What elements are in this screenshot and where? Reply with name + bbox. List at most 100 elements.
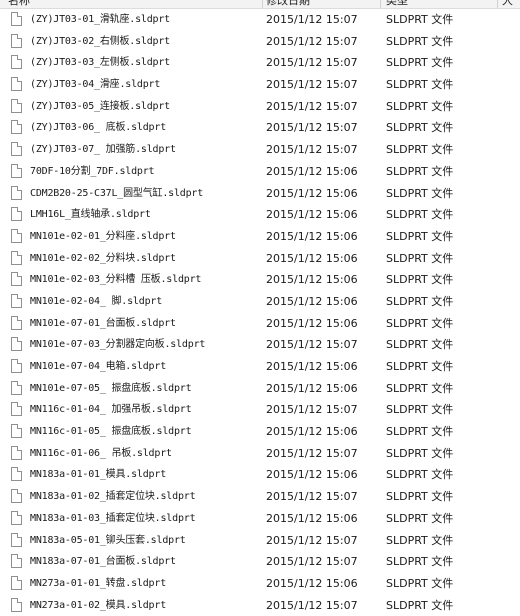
column-divider[interactable]	[262, 0, 263, 8]
file-name: MN116c-01-04_ 加强吊板.sldprt	[30, 404, 192, 416]
file-modified-date: 2015/1/12 15:06	[266, 425, 358, 439]
file-modified-date: 2015/1/12 15:06	[266, 208, 358, 222]
file-row[interactable]: MN101e-02-03_分料槽 压板.sldprt 2015/1/12 15:0…	[0, 269, 520, 291]
file-type: SLDPRT 文件	[386, 403, 454, 417]
file-icon	[11, 402, 22, 417]
file-modified-date: 2015/1/12 15:06	[266, 186, 358, 200]
file-type: SLDPRT 文件	[386, 229, 454, 243]
file-modified-date: 2015/1/12 15:07	[266, 338, 358, 352]
file-modified-date: 2015/1/12 15:06	[266, 381, 358, 395]
column-divider[interactable]	[380, 0, 381, 8]
file-row[interactable]: MN101e-02-01_分料座.sldprt 2015/1/12 15:06 SL…	[0, 226, 520, 248]
file-row[interactable]: MN183a-01-03_插套定位块.sldprt 2015/1/12 15:06…	[0, 508, 520, 530]
file-name: MN116c-01-06_ 吊板.sldprt	[30, 447, 172, 459]
file-type: SLDPRT 文件	[386, 294, 454, 308]
file-name: MN101e-02-01_分料座.sldprt	[30, 230, 176, 242]
file-row[interactable]: MN183a-05-01_铆头压套.sldprt 2015/1/12 15:07 S…	[0, 530, 520, 552]
file-name: 70DF-10分割_7DF.sldprt	[30, 165, 155, 177]
file-type: SLDPRT 文件	[386, 316, 454, 330]
column-header-date[interactable]: 修改日期	[266, 0, 376, 8]
file-row[interactable]: (ZY)JT03-03_左侧板.sldprt 2015/1/12 15:07 SLD…	[0, 52, 520, 74]
file-row[interactable]: MN101e-07-04_电箱.sldprt 2015/1/12 15:06 SLD…	[0, 356, 520, 378]
file-row[interactable]: LMH16L_直线轴承.sldprt 2015/1/12 15:06 SLDPRT …	[0, 204, 520, 226]
file-row[interactable]: MN116c-01-04_ 加强吊板.sldprt 2015/1/12 15:07…	[0, 399, 520, 421]
file-modified-date: 2015/1/12 15:07	[266, 598, 358, 612]
file-name: MN101e-07-05_ 振盘底板.sldprt	[30, 382, 192, 394]
file-name: (ZY)JT03-03_左侧板.sldprt	[30, 57, 170, 69]
file-type: SLDPRT 文件	[386, 186, 454, 200]
file-icon	[11, 98, 22, 113]
file-type: SLDPRT 文件	[386, 425, 454, 439]
file-icon	[11, 12, 22, 26]
file-type: SLDPRT 文件	[386, 555, 454, 569]
file-icon	[11, 489, 22, 504]
file-row[interactable]: (ZY)JT03-01_滑轨座.sldprt 2015/1/12 15:07 SLD…	[0, 9, 520, 31]
file-modified-date: 2015/1/12 15:06	[266, 576, 358, 590]
file-icon	[11, 33, 22, 48]
file-name: MN101e-02-03_分料槽 压板.sldprt	[30, 274, 202, 286]
file-icon	[11, 293, 22, 308]
file-modified-date: 2015/1/12 15:07	[266, 403, 358, 417]
file-list: (ZY)JT03-01_滑轨座.sldprt 2015/1/12 15:07 SLD…	[0, 9, 520, 616]
file-icon	[11, 250, 22, 265]
file-icon	[11, 554, 22, 569]
file-row[interactable]: MN183a-07-01_台面板.sldprt 2015/1/12 15:07 SL…	[0, 551, 520, 573]
file-row[interactable]: (ZY)JT03-07_ 加强筋.sldprt 2015/1/12 15:07 SL…	[0, 139, 520, 161]
file-icon	[11, 185, 22, 200]
file-name: MN116c-01-05_ 振盘底板.sldprt	[30, 426, 192, 438]
file-icon	[11, 597, 22, 612]
file-modified-date: 2015/1/12 15:06	[266, 360, 358, 373]
file-modified-date: 2015/1/12 15:06	[266, 294, 358, 308]
file-modified-date: 2015/1/12 15:07	[266, 34, 358, 48]
file-row[interactable]: MN183a-01-02_插套定位块.sldprt 2015/1/12 15:07…	[0, 486, 520, 508]
file-type: SLDPRT 文件	[386, 446, 454, 460]
column-header-type[interactable]: 类型	[386, 0, 476, 8]
file-type: SLDPRT 文件	[386, 381, 454, 395]
file-name: MN101e-02-02_分料块.sldprt	[30, 252, 176, 264]
file-modified-date: 2015/1/12 15:07	[266, 446, 358, 460]
file-icon	[11, 272, 22, 287]
file-modified-date: 2015/1/12 15:07	[266, 56, 358, 70]
file-row[interactable]: MN273a-01-02_模具.sldprt 2015/1/12 15:07 SLD…	[0, 595, 520, 616]
column-header-name[interactable]: 名称	[8, 0, 208, 8]
file-row[interactable]: MN101e-02-02_分料块.sldprt 2015/1/12 15:06 SL…	[0, 248, 520, 270]
file-row[interactable]: MN101e-07-05_ 振盘底板.sldprt 2015/1/12 15:06…	[0, 378, 520, 400]
file-name: MN183a-01-01_模具.sldprt	[30, 469, 167, 481]
file-name: (ZY)JT03-05_连接板.sldprt	[30, 100, 170, 112]
file-type: SLDPRT 文件	[386, 273, 454, 287]
file-row[interactable]: (ZY)JT03-06_ 底板.sldprt 2015/1/12 15:07 SLD…	[0, 117, 520, 139]
file-modified-date: 2015/1/12 15:07	[266, 490, 358, 504]
file-row[interactable]: MN273a-01-01_转盘.sldprt 2015/1/12 15:06 SLD…	[0, 573, 520, 595]
file-row[interactable]: MN183a-01-01_模具.sldprt 2015/1/12 15:06 SLD…	[0, 464, 520, 486]
file-name: MN101e-07-03_分割器定向板.sldprt	[30, 339, 206, 351]
file-icon	[11, 467, 22, 482]
file-icon	[11, 424, 22, 439]
file-name: (ZY)JT03-06_ 底板.sldprt	[30, 122, 167, 134]
file-modified-date: 2015/1/12 15:07	[266, 533, 358, 547]
file-type: SLDPRT 文件	[386, 490, 454, 504]
file-type: SLDPRT 文件	[386, 164, 454, 178]
file-row[interactable]: (ZY)JT03-04_滑座.sldprt 2015/1/12 15:07 SLDP…	[0, 74, 520, 96]
file-type: SLDPRT 文件	[386, 13, 454, 26]
column-divider[interactable]	[497, 0, 498, 8]
file-name: CDM2B20-25-C37L_圆型气缸.sldprt	[30, 187, 204, 199]
file-row[interactable]: 70DF-10分割_7DF.sldprt 2015/1/12 15:06 SLDPR…	[0, 161, 520, 183]
file-modified-date: 2015/1/12 15:06	[266, 229, 358, 243]
column-header-size[interactable]: 大	[502, 0, 520, 8]
file-row[interactable]: CDM2B20-25-C37L_圆型气缸.sldprt 2015/1/12 15:…	[0, 183, 520, 205]
file-row[interactable]: (ZY)JT03-02_右侧板.sldprt 2015/1/12 15:07 SLD…	[0, 31, 520, 53]
file-icon	[11, 380, 22, 395]
file-row[interactable]: (ZY)JT03-05_连接板.sldprt 2015/1/12 15:07 SLD…	[0, 96, 520, 118]
file-row[interactable]: MN101e-07-01_台面板.sldprt 2015/1/12 15:06 SL…	[0, 313, 520, 335]
file-row[interactable]: MN101e-02-04_ 脚.sldprt 2015/1/12 15:06 SLD…	[0, 291, 520, 313]
file-row[interactable]: MN101e-07-03_分割器定向板.sldprt 2015/1/12 15:0…	[0, 334, 520, 356]
file-row[interactable]: MN116c-01-06_ 吊板.sldprt 2015/1/12 15:07 SL…	[0, 443, 520, 465]
file-name: MN183a-01-02_插套定位块.sldprt	[30, 491, 196, 503]
file-icon	[11, 532, 22, 547]
file-type: SLDPRT 文件	[386, 511, 454, 525]
file-row[interactable]: MN116c-01-05_ 振盘底板.sldprt 2015/1/12 15:06…	[0, 421, 520, 443]
file-type: SLDPRT 文件	[386, 533, 454, 547]
file-type: SLDPRT 文件	[386, 251, 454, 265]
file-type: SLDPRT 文件	[386, 360, 454, 373]
file-name: MN273a-01-02_模具.sldprt	[30, 599, 167, 611]
